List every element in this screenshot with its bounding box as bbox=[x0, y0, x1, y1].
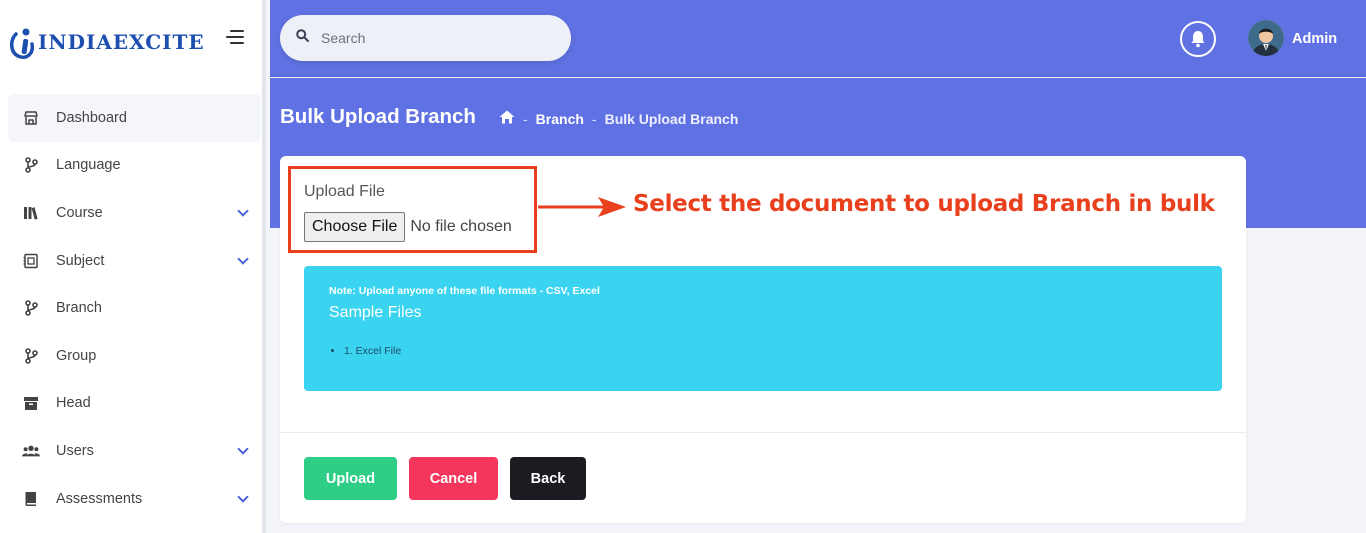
books-icon bbox=[22, 204, 40, 222]
sidebar-item-course[interactable]: Course bbox=[8, 189, 261, 237]
breadcrumb-separator: - bbox=[523, 110, 528, 127]
sidebar: INDIAEXCITE Dashboard Language Course Su… bbox=[0, 0, 266, 533]
back-button[interactable]: Back bbox=[510, 457, 586, 500]
note-title: Note: Upload anyone of these file format… bbox=[329, 285, 600, 297]
sidebar-item-label: Group bbox=[56, 347, 97, 364]
annotation-arrow-icon bbox=[538, 197, 626, 217]
choose-file-button[interactable]: Choose File bbox=[304, 212, 406, 242]
avatar[interactable] bbox=[1248, 20, 1284, 56]
users-icon bbox=[22, 442, 40, 460]
search-icon bbox=[296, 29, 309, 47]
sample-files-list: 1. Excel File bbox=[329, 345, 401, 357]
chevron-down-icon[interactable] bbox=[237, 205, 249, 217]
form-actions: Upload Cancel Back bbox=[304, 457, 586, 500]
sidebar-item-subject[interactable]: Subject bbox=[8, 237, 261, 285]
bell-icon bbox=[1191, 31, 1205, 48]
sidebar-item-label: Course bbox=[56, 204, 103, 221]
search-input[interactable] bbox=[321, 30, 541, 46]
page-title: Bulk Upload Branch bbox=[280, 105, 476, 128]
branch-icon bbox=[22, 156, 40, 174]
chevron-down-icon[interactable] bbox=[237, 491, 249, 503]
sidebar-item-label: Assessments bbox=[56, 490, 143, 507]
sample-files-heading: Sample Files bbox=[329, 304, 422, 321]
branch-icon bbox=[22, 347, 40, 365]
menu-toggle-icon[interactable] bbox=[226, 30, 246, 46]
box-icon bbox=[22, 394, 40, 412]
breadcrumb-branch[interactable]: Branch bbox=[536, 111, 584, 127]
sidebar-item-label: Head bbox=[56, 395, 91, 412]
sidebar-item-users[interactable]: Users bbox=[8, 427, 261, 475]
sidebar-item-head[interactable]: Head bbox=[8, 380, 261, 428]
sidebar-item-branch[interactable]: Branch bbox=[8, 284, 261, 332]
sidebar-item-group[interactable]: Group bbox=[8, 332, 261, 380]
breadcrumb-current: Bulk Upload Branch bbox=[604, 110, 739, 127]
upload-button[interactable]: Upload bbox=[304, 457, 397, 500]
top-header: Admin bbox=[270, 0, 1366, 77]
file-input: Choose File No file chosen bbox=[304, 212, 512, 242]
search-box[interactable] bbox=[280, 15, 571, 61]
notifications-button[interactable] bbox=[1180, 21, 1216, 57]
book-icon bbox=[22, 490, 40, 508]
sidebar-item-assessments[interactable]: Assessments bbox=[8, 475, 261, 523]
chevron-down-icon[interactable] bbox=[237, 253, 249, 265]
sidebar-item-label: Language bbox=[56, 157, 121, 174]
home-icon[interactable] bbox=[499, 110, 515, 127]
brand-logo[interactable]: INDIAEXCITE bbox=[10, 22, 205, 62]
breadcrumb: - Branch - Bulk Upload Branch bbox=[499, 110, 738, 127]
sidebar-item-label: Branch bbox=[56, 300, 102, 317]
breadcrumb-separator: - bbox=[591, 110, 597, 127]
store-icon bbox=[22, 109, 40, 127]
logo-icon bbox=[10, 28, 35, 59]
sidebar-item-label: Dashboard bbox=[56, 109, 127, 126]
file-status: No file chosen bbox=[410, 218, 512, 235]
divider bbox=[280, 432, 1246, 433]
branch-icon bbox=[22, 299, 40, 317]
sidebar-nav: Dashboard Language Course Subject Branch… bbox=[8, 94, 261, 522]
note-box: Note: Upload anyone of these file format… bbox=[304, 266, 1222, 391]
chevron-down-icon[interactable] bbox=[237, 443, 249, 455]
annotation-text: Select the document to upload Branch in … bbox=[633, 191, 1215, 217]
upload-file-label: Upload File bbox=[304, 183, 385, 200]
sidebar-item-language[interactable]: Language bbox=[8, 142, 261, 190]
document-icon bbox=[22, 252, 40, 270]
sidebar-item-label: Subject bbox=[56, 252, 105, 269]
sidebar-item-label: Users bbox=[56, 442, 94, 459]
brand-name: INDIAEXCITE bbox=[38, 30, 205, 54]
cancel-button[interactable]: Cancel bbox=[409, 457, 498, 500]
sidebar-item-dashboard[interactable]: Dashboard bbox=[8, 94, 261, 142]
sample-file-link[interactable]: 1. Excel File bbox=[344, 345, 401, 357]
user-name[interactable]: Admin bbox=[1292, 31, 1337, 47]
